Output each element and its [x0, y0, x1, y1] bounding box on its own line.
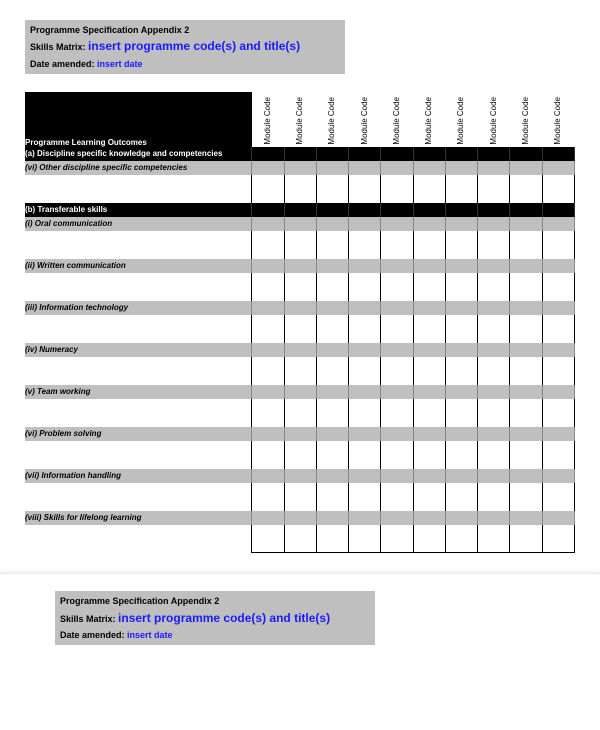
cell — [381, 161, 413, 175]
cell — [316, 161, 348, 175]
row-label: (iv) Numeracy — [25, 343, 252, 357]
cell — [381, 147, 413, 161]
row-b-viii: (viii) Skills for lifelong learning — [25, 511, 575, 525]
row-b-ii: (ii) Written communication — [25, 259, 575, 273]
section-b-header: (b) Transferable skills — [25, 203, 575, 217]
module-code-header: Module Code — [510, 92, 542, 147]
skills-matrix-table: Programme Learning Outcomes Module Code … — [25, 92, 575, 554]
spacer-row — [25, 231, 575, 259]
cell — [316, 147, 348, 161]
cell — [478, 161, 510, 175]
section-a-label: (a) Discipline specific knowledge and co… — [25, 147, 252, 161]
skills-matrix-line: Skills Matrix: insert programme code(s) … — [30, 37, 340, 56]
date-label: Date amended: — [30, 59, 95, 69]
row-label: (v) Team working — [25, 385, 252, 399]
page-1: Programme Specification Appendix 2 Skill… — [0, 0, 600, 563]
cell — [478, 203, 510, 217]
cell — [510, 147, 542, 161]
row-label: (ii) Written communication — [25, 259, 252, 273]
cell — [252, 161, 284, 175]
cell — [413, 203, 445, 217]
outcomes-header: Programme Learning Outcomes — [25, 92, 252, 147]
module-code-header: Module Code — [349, 92, 381, 147]
appendix-title: Programme Specification Appendix 2 — [30, 23, 340, 37]
row-label: (i) Oral communication — [25, 217, 252, 231]
module-code-header: Module Code — [316, 92, 348, 147]
row-b-vi: (vi) Problem solving — [25, 427, 575, 441]
header-row: Programme Learning Outcomes Module Code … — [25, 92, 575, 147]
cell — [349, 161, 381, 175]
skills-matrix-line: Skills Matrix: insert programme code(s) … — [60, 609, 370, 628]
cell — [349, 203, 381, 217]
header-box: Programme Specification Appendix 2 Skill… — [55, 591, 375, 645]
spacer-row — [25, 315, 575, 343]
row-b-iii: (iii) Information technology — [25, 301, 575, 315]
spacer-row — [25, 483, 575, 511]
section-b-label: (b) Transferable skills — [25, 203, 252, 217]
cell — [381, 203, 413, 217]
cell — [252, 203, 284, 217]
cell — [542, 161, 574, 175]
row-label: (vi) Problem solving — [25, 427, 252, 441]
date-line: Date amended: insert date — [30, 57, 340, 71]
cell — [445, 147, 477, 161]
cell — [252, 147, 284, 161]
row-b-i: (i) Oral communication — [25, 217, 575, 231]
row-label: (vi) Other discipline specific competenc… — [25, 161, 252, 175]
cell — [284, 203, 316, 217]
spacer-row — [25, 175, 575, 203]
module-code-header: Module Code — [381, 92, 413, 147]
row-a-vi: (vi) Other discipline specific competenc… — [25, 161, 575, 175]
page-2: Programme Specification Appendix 2 Skill… — [0, 581, 600, 673]
date-value: insert date — [97, 59, 143, 69]
module-code-header: Module Code — [445, 92, 477, 147]
spacer-row — [25, 273, 575, 301]
module-code-header: Module Code — [542, 92, 574, 147]
date-value: insert date — [127, 630, 173, 640]
row-b-vii: (vii) Information handling — [25, 469, 575, 483]
skills-label: Skills Matrix: — [60, 614, 116, 624]
page-break — [0, 573, 600, 581]
cell — [349, 147, 381, 161]
cell — [284, 161, 316, 175]
skills-label: Skills Matrix: — [30, 42, 86, 52]
section-a-header: (a) Discipline specific knowledge and co… — [25, 147, 575, 161]
row-label: (viii) Skills for lifelong learning — [25, 511, 252, 525]
row-label: (iii) Information technology — [25, 301, 252, 315]
row-label: (vii) Information handling — [25, 469, 252, 483]
cell — [284, 147, 316, 161]
date-line: Date amended: insert date — [60, 628, 370, 642]
cell — [510, 161, 542, 175]
cell — [316, 203, 348, 217]
spacer-row — [25, 525, 575, 553]
spacer-row — [25, 441, 575, 469]
module-code-header: Module Code — [252, 92, 284, 147]
module-code-header: Module Code — [284, 92, 316, 147]
cell — [445, 203, 477, 217]
cell — [445, 161, 477, 175]
row-b-iv: (iv) Numeracy — [25, 343, 575, 357]
cell — [542, 147, 574, 161]
skills-value: insert programme code(s) and title(s) — [118, 611, 330, 625]
date-label: Date amended: — [60, 630, 125, 640]
spacer-row — [25, 357, 575, 385]
cell — [413, 147, 445, 161]
skills-value: insert programme code(s) and title(s) — [88, 39, 300, 53]
module-code-header: Module Code — [413, 92, 445, 147]
spacer-row — [25, 399, 575, 427]
module-code-header: Module Code — [478, 92, 510, 147]
header-box: Programme Specification Appendix 2 Skill… — [25, 20, 345, 74]
cell — [413, 161, 445, 175]
cell — [510, 203, 542, 217]
appendix-title: Programme Specification Appendix 2 — [60, 594, 370, 608]
cell — [542, 203, 574, 217]
cell — [478, 147, 510, 161]
row-b-v: (v) Team working — [25, 385, 575, 399]
